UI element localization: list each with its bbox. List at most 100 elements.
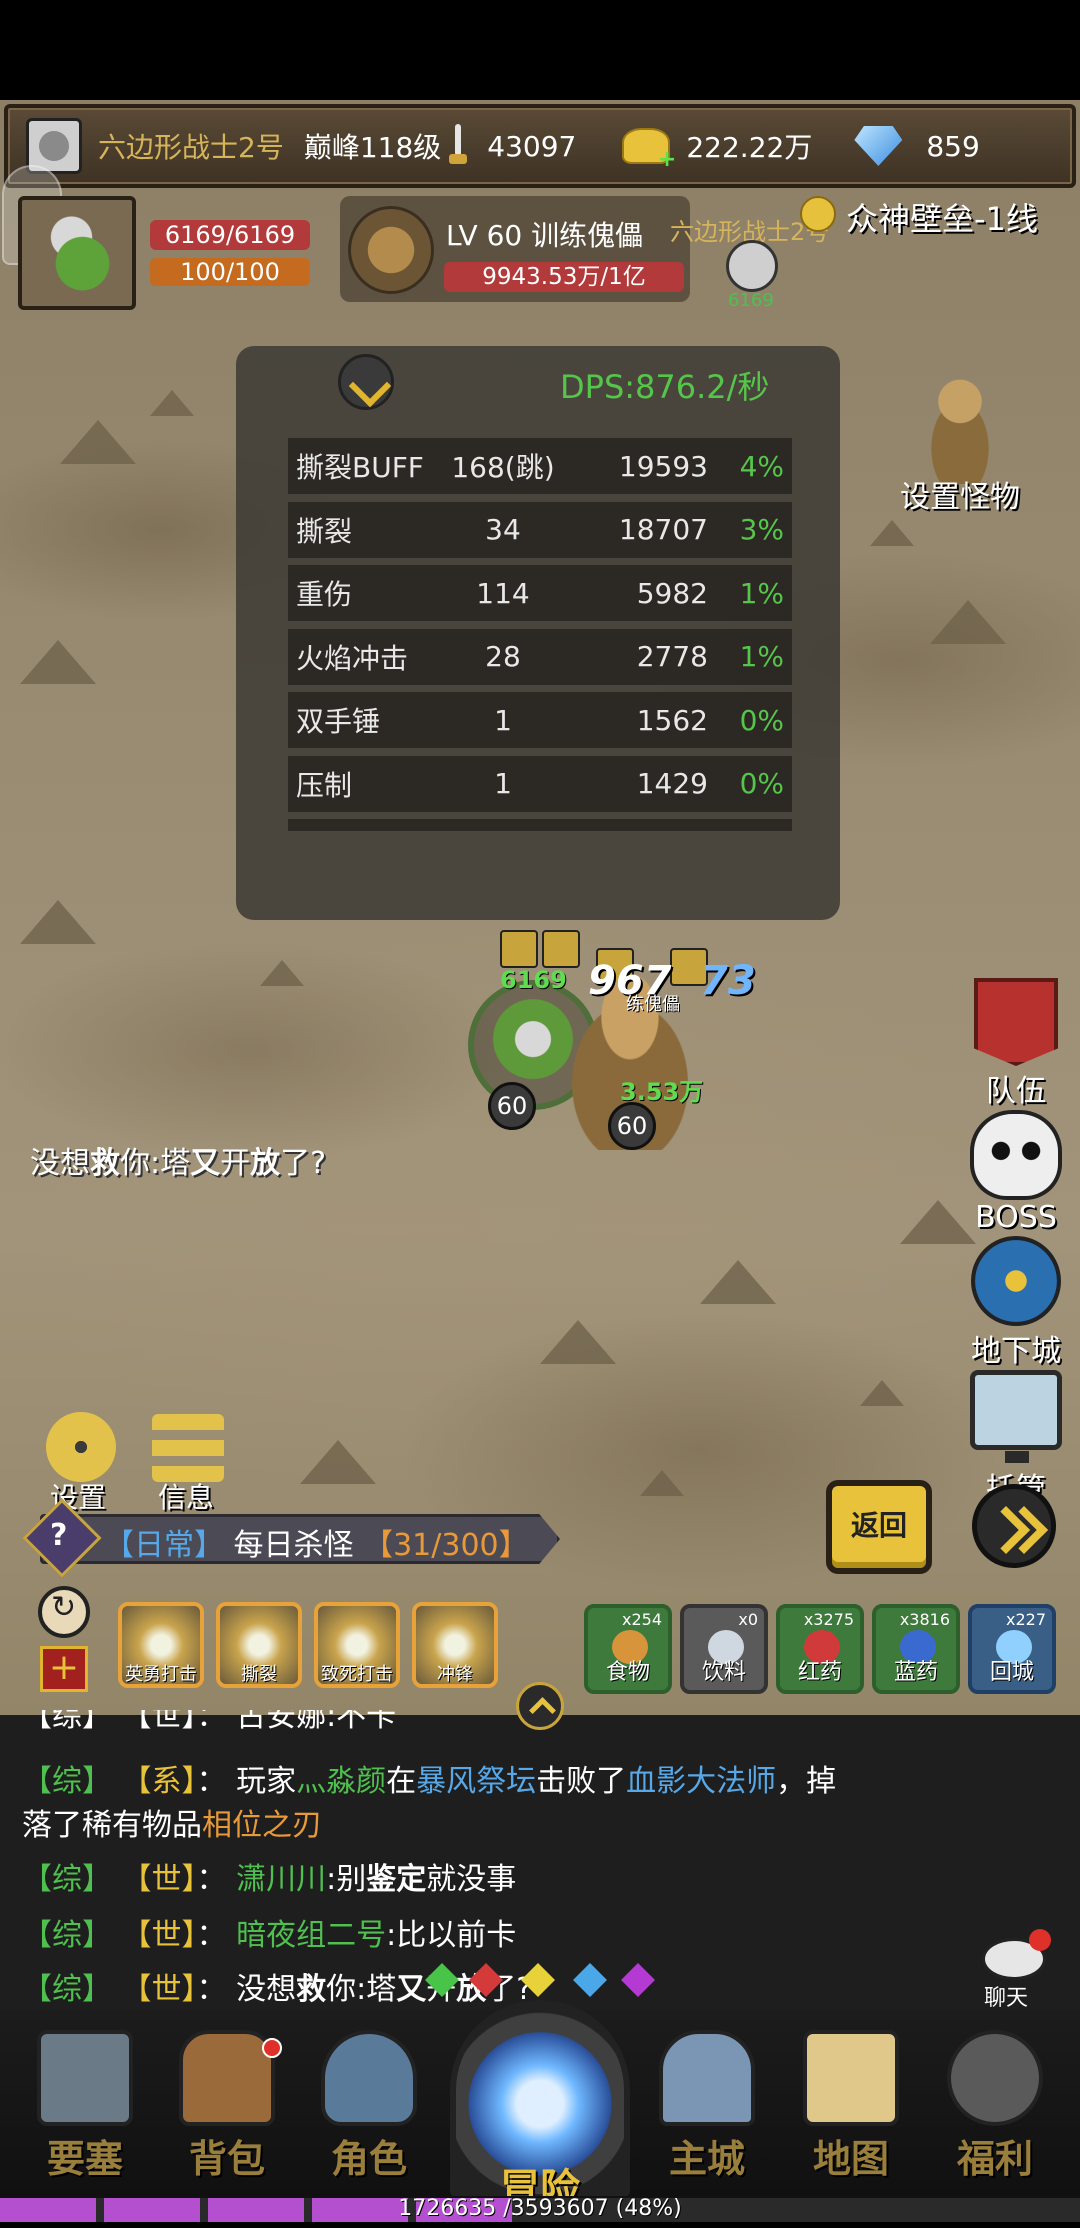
skill-name: 压制 xyxy=(296,768,353,802)
chat-player-link[interactable]: 潇川川 xyxy=(236,1862,326,1897)
dps-row: 双手锤 1 1562 0% xyxy=(288,692,792,748)
quest-name: 每日杀怪 xyxy=(233,1528,354,1563)
item-blue-potion[interactable]: x3816 蓝药 xyxy=(872,1604,960,1694)
return-button[interactable]: 返回 xyxy=(826,1480,932,1574)
backpack-icon xyxy=(179,2030,275,2126)
chat-bubble-icon xyxy=(982,1929,1051,1980)
item-count: x227 xyxy=(1005,1610,1046,1629)
chat-line: 【综】 【世】： 潇川川:别鉴定就没事 xyxy=(22,1854,516,1898)
backpack-notification-dot xyxy=(262,2038,282,2058)
chat-channel: 【综】 xyxy=(22,1862,112,1897)
chat-line: 【综】 【系】： 玩家灬淼颜在暴风祭坛击败了血影大法师，掉 xyxy=(22,1756,836,1800)
item-red-potion[interactable]: x3275 红药 xyxy=(776,1604,864,1694)
target-level-name: LV 60 训练傀儡 xyxy=(446,219,644,252)
dps-row: 重伤 114 5982 1% xyxy=(288,565,792,621)
system-bar-area xyxy=(0,0,1080,100)
status-bar: 六边形战士2号 巅峰118级 43097 222.22万 859 xyxy=(4,104,1076,188)
item-hearthstone[interactable]: x227 回城 xyxy=(968,1604,1056,1694)
skull-icon xyxy=(970,1110,1062,1200)
map-chat-text: 开 xyxy=(220,1146,251,1181)
dps-collapse-chevron-icon[interactable] xyxy=(338,354,394,410)
chat-place-link[interactable]: 暴风祭坛 xyxy=(416,1764,536,1799)
damage-number-blue: 73 xyxy=(700,958,756,1004)
dungeon-label: 地下城 xyxy=(971,1334,1061,1369)
skill-slot[interactable]: 致死打击 xyxy=(314,1602,400,1688)
set-monster-button[interactable]: 设置怪物 xyxy=(880,366,1040,516)
skill-hits: 168(跳) xyxy=(451,451,555,484)
chat-button-label: 聊天 xyxy=(984,1986,1029,2011)
player-hp: 6169/6169 xyxy=(150,220,310,250)
helmet-icon xyxy=(321,2030,417,2126)
target-owner-avatar-icon xyxy=(726,240,778,292)
nav-fortress[interactable]: 要塞 xyxy=(20,2030,150,2183)
chat-type: 【世】 xyxy=(121,1862,197,1897)
chat-text: 救 xyxy=(296,1972,327,2007)
chat-text: 没想 xyxy=(236,1972,297,2007)
chat-player-link[interactable]: 暗夜组二号 xyxy=(236,1918,386,1953)
forward-double-chevron-icon[interactable] xyxy=(972,1484,1056,1568)
nav-label: 角色 xyxy=(330,2137,407,2181)
info-label[interactable]: 信息 xyxy=(158,1476,214,1516)
nav-main-city[interactable]: 主城 xyxy=(642,2030,772,2183)
rock-decoration xyxy=(300,1440,376,1484)
boss-button[interactable]: BOSS xyxy=(962,1110,1070,1235)
chat-type: 【世】 xyxy=(121,1918,197,1953)
rock-decoration xyxy=(860,1380,904,1406)
server-name[interactable]: 众神壁垒-1线 xyxy=(846,194,1038,240)
exp-bar: 1726635 /3593607 (48%) xyxy=(0,2196,1080,2222)
chat-channel: 【综】 xyxy=(22,1918,112,1953)
quest-tag: 【日常】 xyxy=(104,1528,224,1563)
refresh-icon[interactable] xyxy=(38,1586,90,1638)
chat-button[interactable]: 聊天 xyxy=(976,1929,1054,2011)
rock-decoration xyxy=(540,1320,616,1364)
chat-text: 击败了 xyxy=(536,1764,627,1799)
daily-quest-text[interactable]: 【日常】 每日杀怪 【31/300】 xyxy=(104,1520,529,1564)
scroll-map-icon xyxy=(803,2030,899,2126)
skill-hits: 1 xyxy=(494,703,512,737)
item-food[interactable]: x254 食物 xyxy=(584,1604,672,1694)
nav-welfare[interactable]: 福利 xyxy=(930,2030,1060,2183)
nav-character[interactable]: 角色 xyxy=(304,2030,434,2183)
chat-boss-link[interactable]: 血影大法师 xyxy=(626,1764,776,1799)
chat-player-link[interactable]: 灬淼颜 xyxy=(296,1764,386,1799)
rock-decoration xyxy=(930,600,1006,644)
chat-channel: 【综】 xyxy=(22,1764,112,1799)
golem-icon xyxy=(910,366,1010,484)
gold-icon[interactable] xyxy=(622,128,676,172)
skill-hits: 1 xyxy=(494,767,512,800)
chat-text: 鉴定 xyxy=(366,1862,427,1897)
chat-text: 就没事 xyxy=(426,1862,517,1897)
skill-hits: 34 xyxy=(485,513,521,546)
chat-item-link[interactable]: 相位之刃 xyxy=(202,1808,322,1843)
skill-slot[interactable]: 冲锋 xyxy=(412,1602,498,1688)
chat-text: ，掉 xyxy=(776,1764,837,1799)
info-menu-icon[interactable] xyxy=(152,1414,224,1482)
add-skill-plus-icon[interactable]: + xyxy=(40,1646,88,1692)
skill-hits: 114 xyxy=(476,576,530,610)
skill-percent: 3% xyxy=(739,513,784,546)
gong-icon xyxy=(947,2030,1043,2126)
skill-name: 双手锤 xyxy=(296,705,381,738)
chat-expand-chevron-icon[interactable] xyxy=(516,1682,564,1730)
diamond-icon[interactable] xyxy=(854,126,903,166)
boss-label: BOSS xyxy=(975,1200,1057,1235)
item-drink[interactable]: x0 饮料 xyxy=(680,1604,768,1694)
nav-label: 福利 xyxy=(956,2137,1033,2181)
skill-slot[interactable]: 英勇打击 xyxy=(118,1602,204,1688)
nav-label: 要塞 xyxy=(46,2137,123,2181)
target-hp: 9943.53万/1亿 xyxy=(444,262,684,292)
buff-swords-icon xyxy=(500,930,538,968)
skill-slot[interactable]: 撕裂 xyxy=(216,1602,302,1688)
skill-label: 英勇打击 xyxy=(125,1664,197,1685)
skill-name: 撕裂BUFF xyxy=(296,451,424,484)
dps-row: 撕裂BUFF 168(跳) 19593 4% xyxy=(288,438,792,494)
team-button[interactable]: 队伍 xyxy=(966,978,1066,1110)
nav-map[interactable]: 地图 xyxy=(786,2030,916,2183)
dungeon-button[interactable]: 地下城 xyxy=(960,1236,1072,1370)
settings-gear-icon[interactable] xyxy=(46,1412,116,1482)
quest-progress: 【31/300】 xyxy=(363,1528,529,1563)
item-label: 食物 xyxy=(605,1660,650,1685)
skill-percent: 4% xyxy=(739,449,784,483)
chat-sep: ： xyxy=(196,1972,227,2007)
player-portrait[interactable] xyxy=(18,196,136,310)
